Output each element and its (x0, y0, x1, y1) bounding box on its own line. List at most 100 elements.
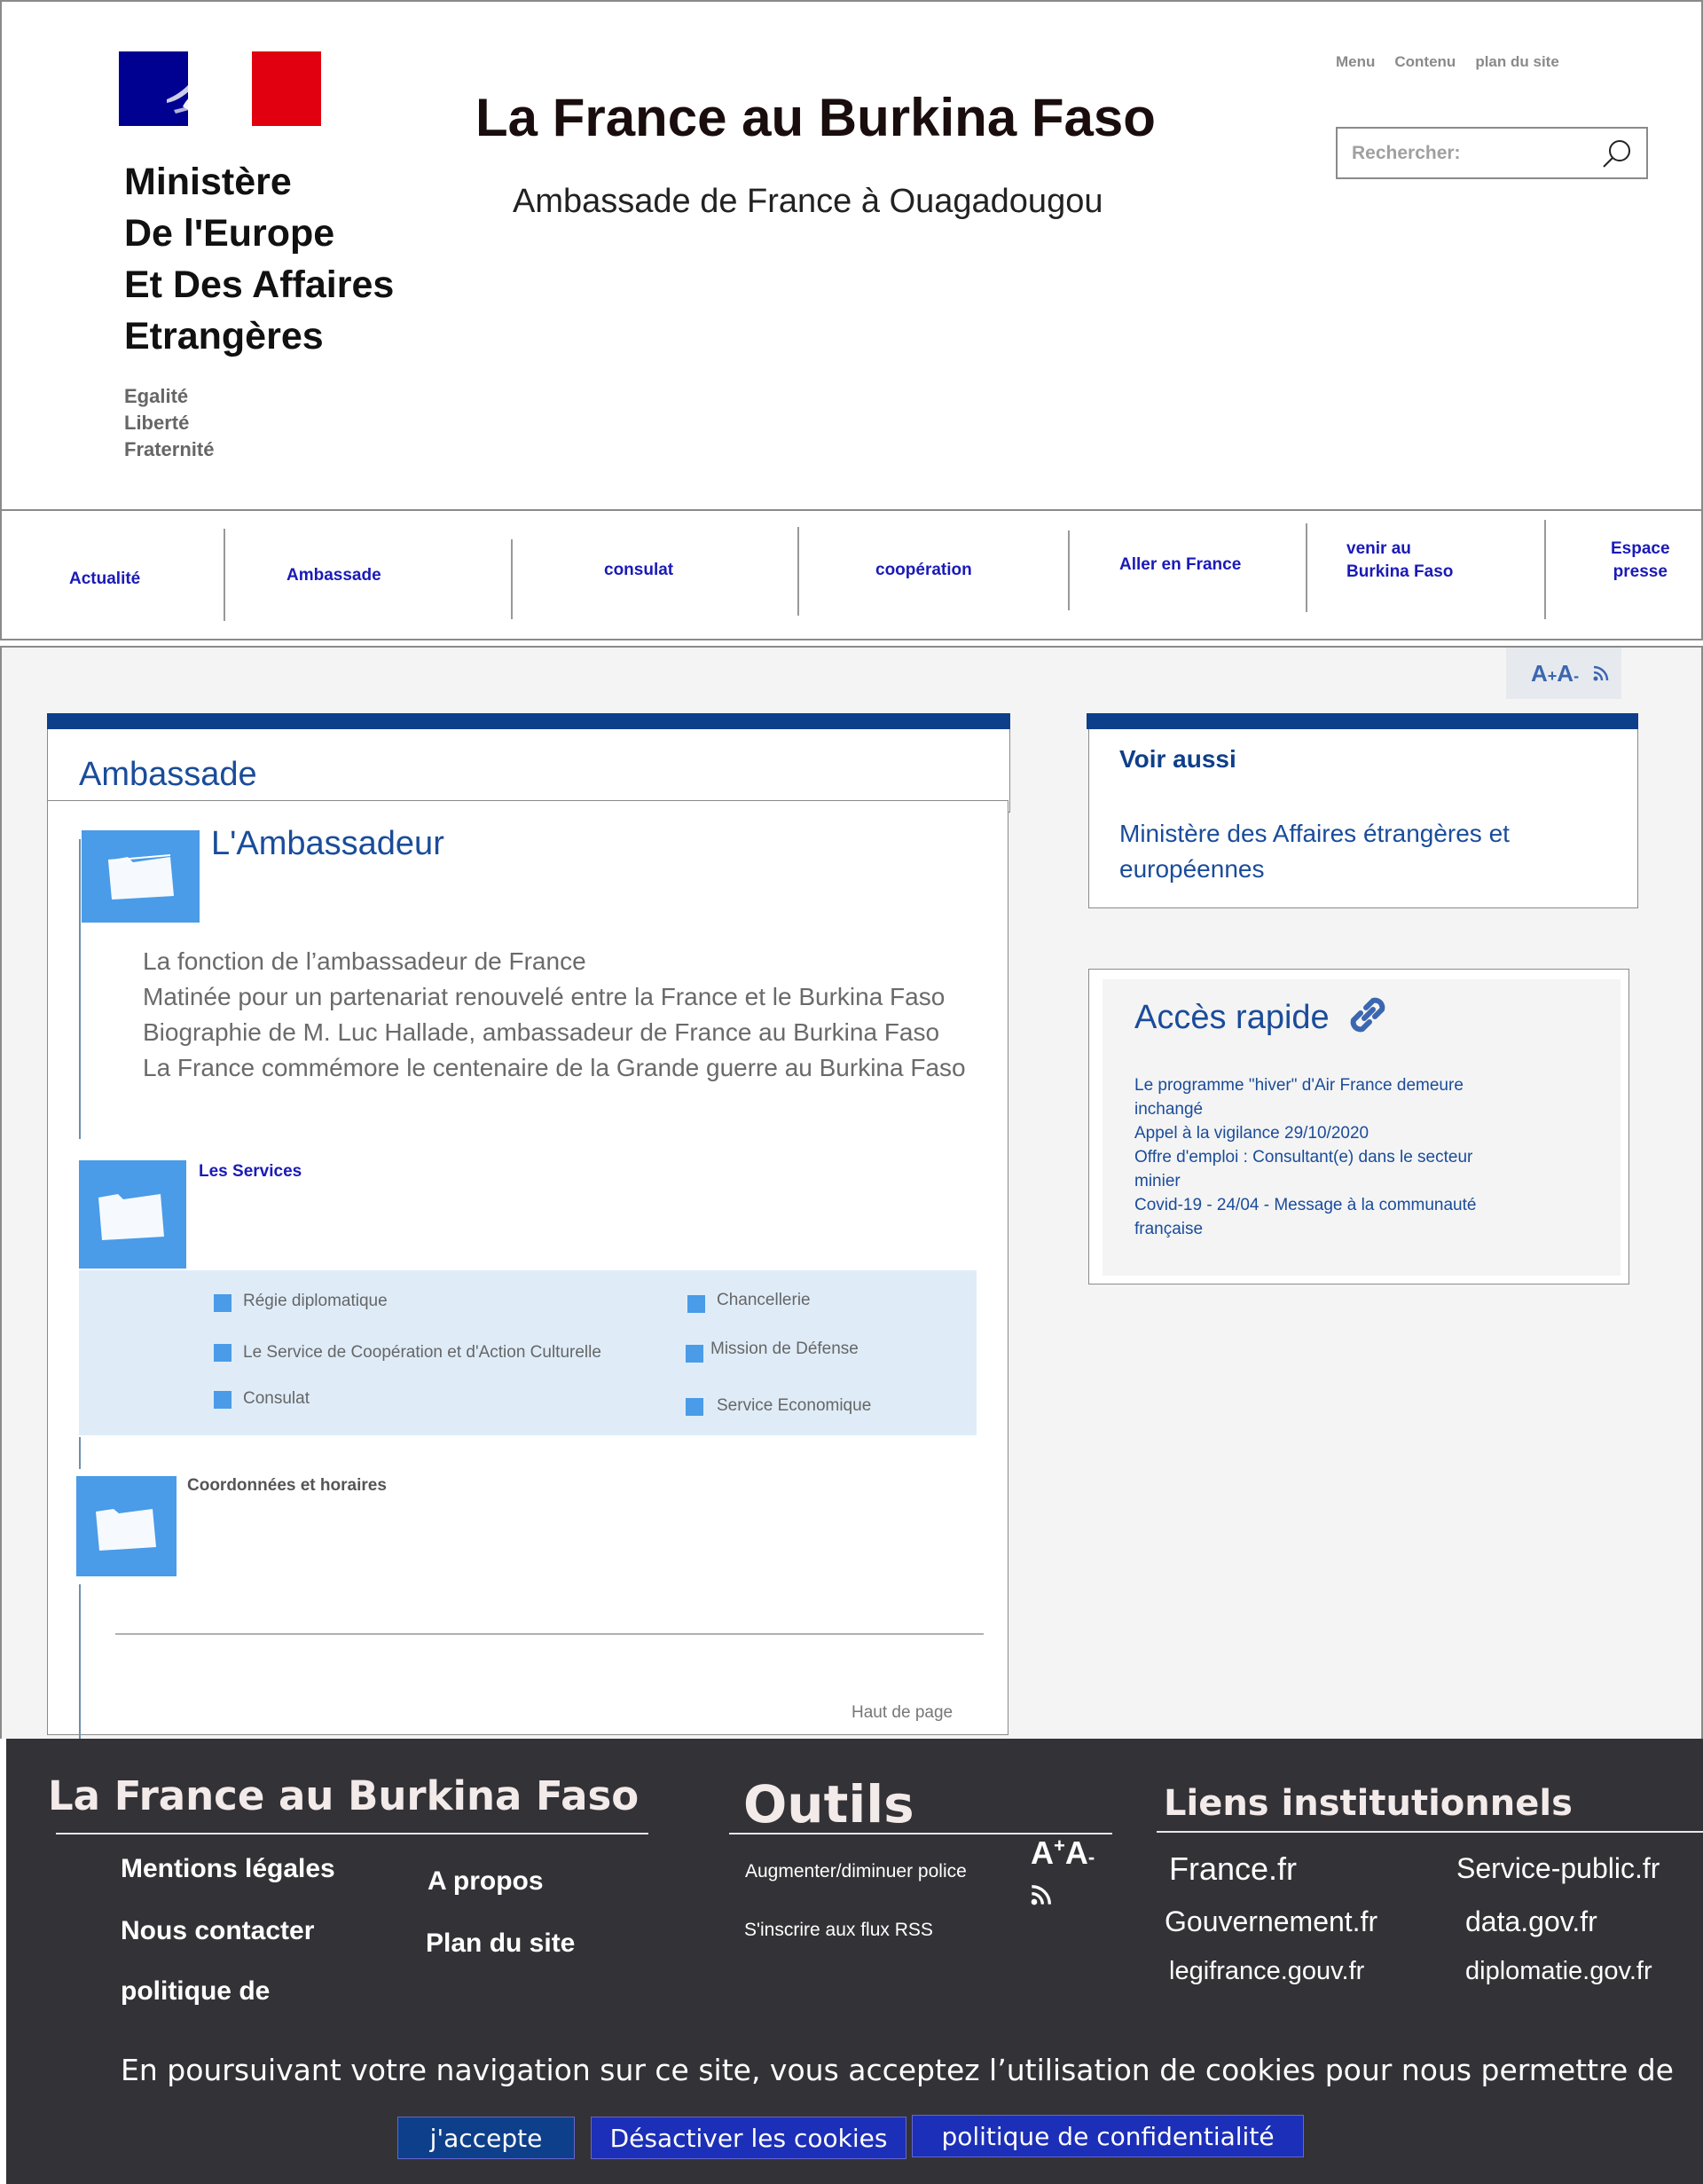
nav-item-consulat[interactable]: consulat (604, 559, 673, 582)
service-link[interactable]: Chancellerie (717, 1291, 811, 1310)
rss-icon[interactable] (1031, 1884, 1052, 1905)
vertical-rule (79, 1584, 81, 1739)
republic-motto: Egalité Liberté Fraternité (124, 383, 214, 463)
voir-aussi-title: Voir aussi (1119, 745, 1236, 773)
nav-item-aller-en-france[interactable]: Aller en France (1119, 554, 1241, 577)
article-link[interactable]: Biographie de M. Luc Hallade, ambassadeu… (143, 1015, 966, 1050)
cookie-accept-button[interactable]: j'accepte (397, 2117, 575, 2159)
nav-item-cooperation[interactable]: coopération (875, 559, 972, 582)
link-icon (1350, 997, 1385, 1033)
accessibility-tools: A+A- (1506, 648, 1621, 699)
quick-link[interactable]: Covid-19 - 24/04 - Message à la communau… (1134, 1193, 1489, 1241)
vertical-rule (79, 1437, 81, 1469)
nav-separator (1068, 530, 1070, 610)
ambassade-header-bar (47, 713, 1010, 729)
marianne-icon (167, 82, 227, 114)
footer-link-plan[interactable]: Plan du site (426, 1929, 575, 1959)
footer-title: Liens institutionnels (1164, 1783, 1573, 1824)
acces-rapide-title: Accès rapide (1134, 999, 1330, 1036)
search-icon[interactable] (1600, 137, 1634, 171)
article-link[interactable]: La fonction de l’ambassadeur de France (143, 944, 966, 979)
ministry-line: Ministère (124, 161, 292, 203)
footer-rule (56, 1833, 648, 1834)
nav-separator (511, 539, 513, 619)
nav-separator (1544, 520, 1546, 619)
skip-links: Menu Contenu plan du site (1336, 53, 1559, 71)
service-link[interactable]: Consulat (243, 1389, 310, 1409)
skip-link-sitemap[interactable]: plan du site (1475, 53, 1558, 71)
motto-line: Fraternité (124, 438, 215, 460)
footer-link-data-gov[interactable]: data.gov.fr (1465, 1905, 1597, 1938)
section-title: Ambassade (79, 756, 257, 793)
footer-link-legifrance[interactable]: legifrance.gouv.fr (1169, 1957, 1364, 1986)
list-bullet (214, 1294, 232, 1312)
ambassadeur-links: La fonction de l’ambassadeur de France M… (143, 944, 966, 1086)
list-bullet (214, 1344, 232, 1362)
folder-icon (76, 1476, 177, 1576)
article-link[interactable]: Matinée pour un partenariat renouvelé en… (143, 979, 966, 1015)
footer-link-service-public[interactable]: Service-public.fr (1456, 1852, 1660, 1885)
back-to-top-link[interactable]: Haut de page (852, 1703, 953, 1723)
ministry-line: De l'Europe (124, 212, 335, 255)
list-bullet (686, 1345, 703, 1363)
article-link[interactable]: La France commémore le centenaire de la … (143, 1050, 966, 1086)
footer-link-font-size[interactable]: Augmenter/diminuer police (745, 1861, 967, 1882)
nav-item-label-line: Burkina Faso (1346, 562, 1454, 581)
folder-icon (82, 830, 200, 923)
footer-link-mentions[interactable]: Mentions légales (121, 1854, 335, 1884)
footer-link-contact[interactable]: Nous contacter (121, 1916, 314, 1946)
footer-link-politique[interactable]: politique de (121, 1976, 270, 2007)
service-link[interactable]: Régie diplomatique (243, 1292, 388, 1311)
footer-link-diplomatie[interactable]: diplomatie.gov.fr (1465, 1957, 1652, 1986)
quick-link[interactable]: Appel à la vigilance 29/10/2020 (1134, 1121, 1489, 1145)
footer-link-apropos[interactable]: A propos (428, 1866, 544, 1897)
nav-item-ambassade[interactable]: Ambassade (286, 564, 381, 587)
footer-link-rss[interactable]: S'inscrire aux flux RSS (744, 1920, 933, 1941)
service-link[interactable]: Le Service de Coopération et d'Action Cu… (243, 1343, 601, 1363)
footer-link-gouvernement[interactable]: Gouvernement.fr (1165, 1905, 1377, 1938)
ministry-name: Ministère De l'Europe Et Des Affaires Et… (124, 156, 443, 362)
nav-separator (797, 527, 799, 616)
folder-icon (79, 1160, 186, 1269)
cookie-disable-button[interactable]: Désactiver les cookies (591, 2117, 906, 2159)
font-size-icon[interactable]: A+A- (1531, 660, 1579, 687)
ambassade-content-box (47, 800, 1008, 1735)
nav-item-label-line: venir au (1346, 539, 1411, 558)
ministry-line: Etrangères (124, 315, 324, 357)
service-link[interactable]: Service Economique (717, 1396, 871, 1416)
nav-item-label-line: presse (1613, 562, 1668, 581)
nav-item-actualite[interactable]: Actualité (69, 568, 140, 591)
vertical-rule (79, 839, 81, 1139)
footer-title: La France au Burkina Faso (48, 1772, 640, 1819)
footer-title: Outils (743, 1774, 914, 1834)
subsection-title[interactable]: L'Ambassadeur (211, 825, 444, 863)
privacy-policy-button[interactable]: politique de confidentialité (912, 2115, 1304, 2157)
subsection-title[interactable]: Coordonnées et horaires (187, 1476, 387, 1496)
site-title[interactable]: La France au Burkina Faso (475, 87, 1156, 148)
motto-line: Liberté (124, 412, 190, 434)
subsection-title[interactable]: Les Services (199, 1162, 302, 1182)
site-subtitle: Ambassade de France à Ouagadougou (513, 183, 1103, 220)
rss-icon[interactable] (1593, 665, 1609, 681)
search-box (1336, 127, 1648, 179)
voir-aussi-bar (1087, 713, 1638, 729)
footer-rule (1157, 1831, 1703, 1833)
list-bullet (214, 1391, 232, 1409)
skip-link-menu[interactable]: Menu (1336, 53, 1375, 71)
voir-aussi-link[interactable]: Ministère des Affaires étrangères et eur… (1119, 816, 1598, 887)
service-link[interactable]: Mission de Défense (710, 1339, 859, 1359)
nav-separator (224, 529, 225, 621)
list-bullet (687, 1295, 705, 1313)
acces-rapide-links: Le programme "hiver" d'Air France demeur… (1134, 1073, 1489, 1241)
list-bullet (686, 1398, 703, 1416)
motto-line: Egalité (124, 385, 189, 407)
nav-item-espace-presse[interactable]: Espace presse (1611, 538, 1670, 584)
font-size-icon[interactable]: A+A- (1031, 1834, 1095, 1872)
footer-link-france[interactable]: France.fr (1169, 1850, 1297, 1888)
quick-link[interactable]: Offre d'emploi : Consultant(e) dans le s… (1134, 1145, 1489, 1193)
nav-separator (1306, 523, 1307, 612)
nav-item-venir-au-burkina[interactable]: venir au Burkina Faso (1346, 538, 1453, 584)
search-input[interactable] (1352, 139, 1591, 168)
quick-link[interactable]: Le programme "hiver" d'Air France demeur… (1134, 1073, 1489, 1121)
skip-link-content[interactable]: Contenu (1394, 53, 1456, 71)
